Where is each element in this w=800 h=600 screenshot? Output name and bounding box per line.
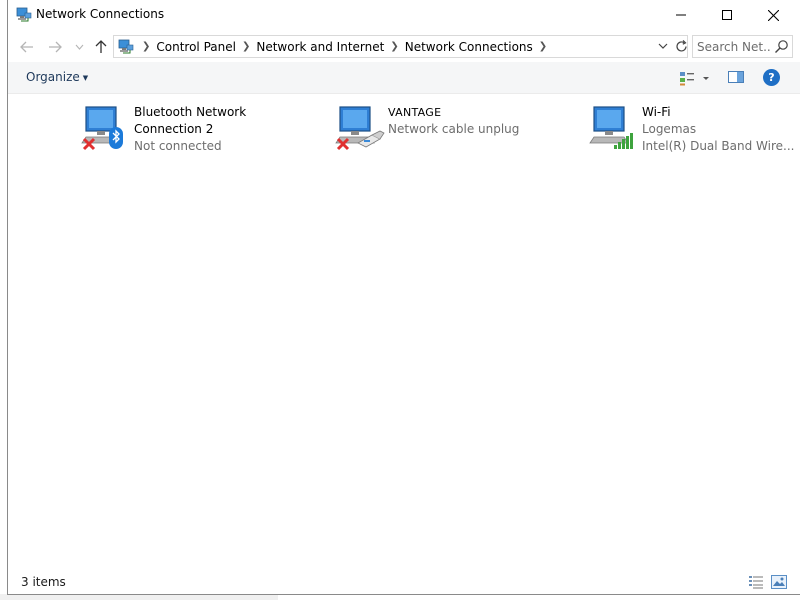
chevron-down-icon: [658, 43, 668, 49]
connection-item-wifi[interactable]: Wi-Fi Logemas Intel(R) Dual Band Wire...: [588, 101, 800, 159]
breadcrumb: ❯ Control Panel ❯ Network and Internet ❯…: [136, 36, 553, 57]
view-options-icon: [680, 72, 709, 86]
up-button[interactable]: [90, 36, 112, 58]
connection-adapter: Intel(R) Dual Band Wire...: [642, 139, 795, 153]
arrow-left-icon: [20, 41, 33, 53]
search-input[interactable]: [693, 36, 771, 57]
chevron-right-icon[interactable]: ❯: [142, 41, 150, 52]
network-connections-window: Network Connections ❯ Control Panel ❯ Ne…: [7, 0, 800, 595]
maximize-button[interactable]: [704, 0, 750, 30]
forward-button[interactable]: [44, 36, 66, 58]
address-bar[interactable]: ❯ Control Panel ❯ Network and Internet ❯…: [113, 35, 688, 58]
connection-status: Not connected: [134, 139, 222, 153]
details-view-icon[interactable]: [748, 575, 764, 589]
large-icons-view-icon[interactable]: [771, 575, 787, 589]
connection-item-ethernet[interactable]: VANTAGE Network cable unplug: [334, 101, 579, 159]
connection-text: Wi-Fi Logemas Intel(R) Dual Band Wire...: [642, 104, 800, 155]
status-bar: 3 items: [8, 570, 800, 594]
address-row: ❯ Control Panel ❯ Network and Internet ❯…: [8, 30, 800, 62]
minimize-icon: [676, 14, 686, 16]
preview-pane-icon: [728, 71, 744, 83]
maximize-icon: [722, 10, 732, 20]
ethernet-network-icon: [335, 106, 385, 151]
title-bar[interactable]: Network Connections: [8, 0, 800, 30]
chevron-down-icon: [75, 44, 83, 50]
breadcrumb-network-connections[interactable]: Network Connections: [405, 40, 533, 54]
close-button[interactable]: [750, 0, 796, 30]
connections-list: Bluetooth Network Connection 2 Not conne…: [8, 95, 800, 565]
arrow-right-icon: [49, 41, 62, 53]
connection-item-bluetooth[interactable]: Bluetooth Network Connection 2 Not conne…: [80, 101, 325, 159]
back-button[interactable]: [16, 36, 38, 58]
search-icon[interactable]: [774, 39, 789, 54]
address-dropdown-button[interactable]: [656, 38, 670, 54]
close-icon: [767, 9, 779, 21]
arrow-up-icon: [95, 40, 107, 53]
connection-name: VANTAGE: [388, 106, 442, 119]
search-box: [692, 35, 793, 58]
recent-locations-button[interactable]: [68, 36, 90, 58]
organize-menu-button[interactable]: Organize ▼: [26, 70, 88, 84]
organize-label: Organize: [26, 70, 80, 84]
bluetooth-network-icon: [81, 106, 123, 151]
refresh-icon: [675, 39, 687, 52]
connection-name: Bluetooth Network: [134, 105, 247, 119]
command-bar: Organize ▼ ?: [8, 62, 800, 94]
help-button[interactable]: ?: [763, 69, 780, 86]
connection-status: Network cable unplug: [388, 122, 520, 136]
change-view-button[interactable]: [678, 69, 712, 87]
network-connections-icon: [16, 7, 32, 22]
chevron-right-icon[interactable]: ❯: [242, 41, 250, 52]
window-title: Network Connections: [36, 7, 165, 21]
wifi-network-icon: [589, 106, 633, 149]
items-count: 3 items: [21, 575, 66, 589]
chevron-right-icon[interactable]: ❯: [539, 41, 547, 52]
chevron-right-icon[interactable]: ❯: [390, 41, 398, 52]
breadcrumb-control-panel[interactable]: Control Panel: [156, 40, 236, 54]
network-location-icon: [118, 39, 134, 54]
connection-name: Wi-Fi: [642, 105, 671, 119]
caret-down-icon: ▼: [82, 73, 89, 82]
preview-pane-button[interactable]: [726, 69, 746, 87]
desktop-background: [0, 0, 7, 600]
connection-text: VANTAGE Network cable unplug: [388, 104, 578, 138]
connection-name-line2: Connection 2: [134, 122, 214, 136]
connection-text: Bluetooth Network Connection 2 Not conne…: [134, 104, 324, 155]
breadcrumb-network-and-internet[interactable]: Network and Internet: [256, 40, 384, 54]
refresh-button[interactable]: [672, 37, 690, 55]
minimize-button[interactable]: [658, 0, 704, 30]
connection-network: Logemas: [642, 122, 697, 136]
